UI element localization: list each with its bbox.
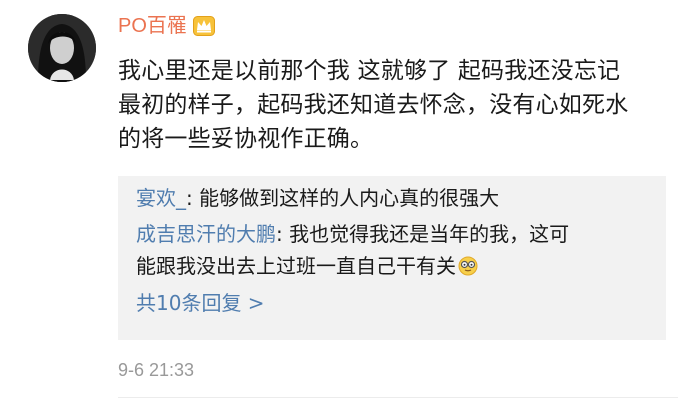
username-row: PO百罹 bbox=[118, 13, 215, 39]
replies-box: 宴欢_: 能够做到这样的人内心真的很强大 成吉思汗的大鹏: 我也觉得我还是当年的… bbox=[118, 176, 666, 340]
reply-author[interactable]: 宴欢_ bbox=[136, 186, 186, 210]
reply-item[interactable]: 宴欢_: 能够做到这样的人内心真的很强大 bbox=[136, 182, 648, 214]
comment-card: PO百罹 我心里还是以前那个我 这就够了 起码我还没忘记 最初的样子，起码我还知… bbox=[0, 0, 690, 402]
comment-line: 我心里还是以前那个我 这就够了 起码我还没忘记 bbox=[118, 58, 621, 84]
comment-timestamp: 9-6 21:33 bbox=[118, 360, 195, 380]
reply-separator: : bbox=[276, 222, 290, 246]
reply-text: 能够做到这样的人内心真的很强大 bbox=[199, 186, 500, 210]
eyeglasses-face-emoji-icon bbox=[458, 253, 478, 276]
view-all-replies-link[interactable]: 共10条回复 > bbox=[136, 288, 648, 318]
reply-author[interactable]: 成吉思汗的大鹏 bbox=[136, 222, 276, 246]
reply-text: 我也觉得我还是当年的我，这可 bbox=[289, 222, 570, 246]
comment-text: 我心里还是以前那个我 这就够了 起码我还没忘记 最初的样子，起码我还知道去怀念，… bbox=[118, 54, 678, 156]
comment-line: 的将一些妥协视作正确。 bbox=[118, 126, 374, 152]
username[interactable]: PO百罹 bbox=[118, 13, 187, 39]
comment-line: 最初的样子，起码我还知道去怀念，没有心如死水 bbox=[118, 92, 629, 118]
divider bbox=[118, 397, 678, 398]
user-avatar[interactable] bbox=[28, 14, 96, 82]
crown-icon bbox=[192, 16, 215, 36]
reply-separator: : bbox=[186, 186, 200, 210]
reply-item[interactable]: 成吉思汗的大鹏: 我也觉得我还是当年的我，这可 能跟我没出去上过班一直自己干有关 bbox=[136, 218, 648, 282]
reply-text: 能跟我没出去上过班一直自己干有关 bbox=[136, 254, 456, 278]
